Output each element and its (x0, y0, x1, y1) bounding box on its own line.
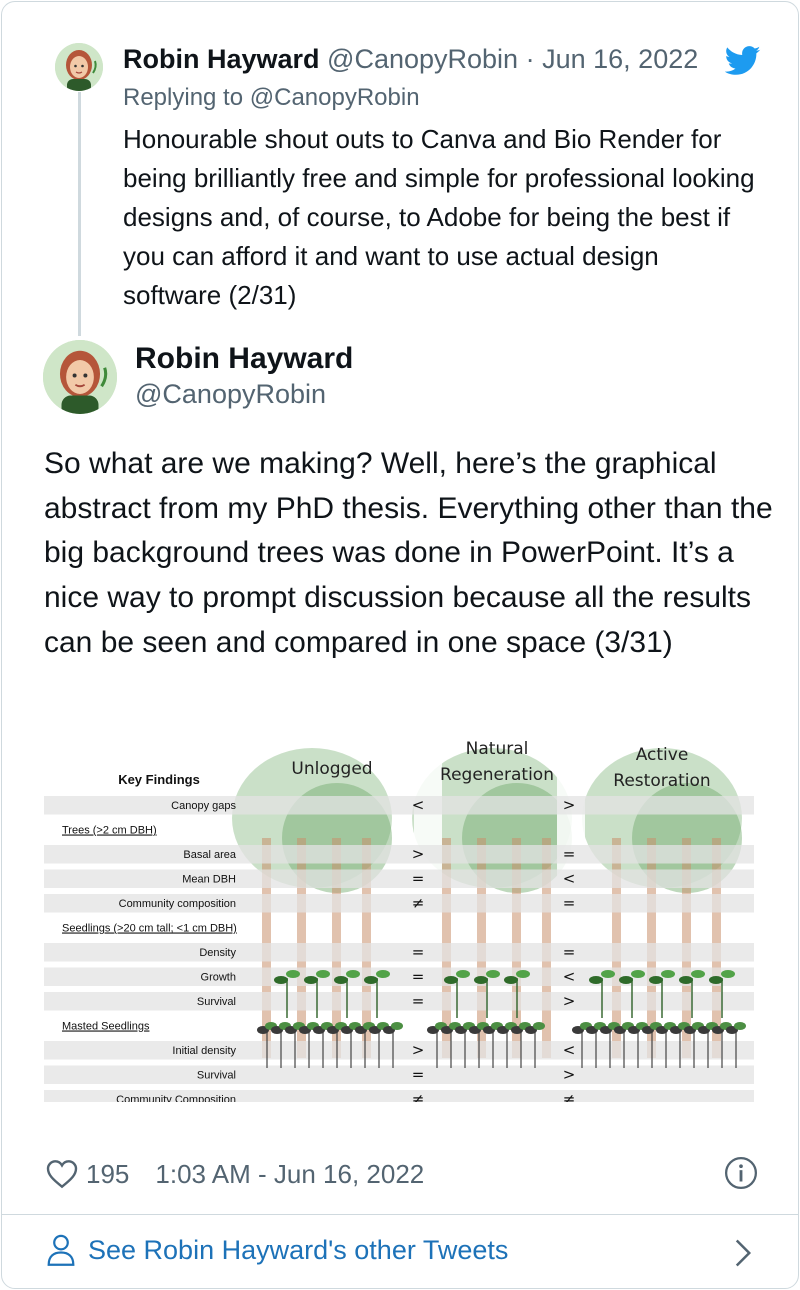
seedling-leaf (444, 976, 458, 984)
finding-row-band (44, 796, 754, 815)
replying-mention[interactable]: @CanopyRobin (250, 84, 420, 111)
info-icon[interactable] (724, 1156, 758, 1190)
seedling-leaf (533, 1022, 545, 1030)
comparison-symbol: ≠ (412, 894, 425, 912)
finding-row-band (44, 869, 754, 888)
avatar[interactable] (55, 43, 103, 91)
finding-label: Initial density (172, 1045, 236, 1057)
comparison-symbol: < (563, 968, 576, 986)
comparison-symbol: ≠ (412, 1090, 425, 1102)
replying-prefix: Replying to (123, 84, 244, 111)
finding-row-band (44, 967, 754, 986)
chevron-right-icon[interactable] (732, 1238, 754, 1268)
seedling-leaf (589, 976, 603, 984)
comparison-symbol: > (412, 1041, 425, 1059)
seedling-leaf (474, 976, 488, 984)
comparison-symbol: < (563, 1041, 576, 1059)
finding-label: Community Composition (116, 1094, 236, 1102)
comparison-symbol: = (412, 992, 425, 1010)
seedling-leaf (661, 970, 675, 978)
seedling-leaf (274, 976, 288, 984)
comparison-symbol: = (563, 943, 576, 961)
main-tweet-text: So what are we making? Well, here’s the … (44, 447, 773, 659)
seedling-leaf (346, 970, 360, 978)
seedling-leaf (304, 976, 318, 984)
tweet-timestamp[interactable]: 1:03 AM - Jun 16, 2022 (155, 1159, 424, 1190)
section-label: Trees (>2 cm DBH) (62, 825, 157, 837)
seedling-leaf (391, 1022, 403, 1030)
tweet-date[interactable]: Jun 16, 2022 (542, 44, 698, 74)
replying-to: Replying to @CanopyRobin (123, 84, 420, 112)
seedling-leaf (734, 1022, 746, 1030)
seedling-leaf (679, 976, 693, 984)
heart-icon[interactable] (46, 1159, 78, 1189)
person-icon (47, 1234, 75, 1266)
comparison-symbol: = (563, 894, 576, 912)
avatar[interactable] (43, 340, 117, 414)
author-name[interactable]: Robin Hayward (123, 44, 320, 74)
comparison-symbol: = (412, 1066, 425, 1084)
finding-label: Survival (197, 996, 236, 1008)
comparison-symbol: ≠ (563, 1090, 576, 1102)
comparison-symbol: = (412, 968, 425, 986)
column-header: Unlogged (291, 759, 372, 779)
seedling-leaf (456, 970, 470, 978)
seedling-leaf (316, 970, 330, 978)
seedling-leaf (709, 976, 723, 984)
reply-tweet-header: Robin Hayward @CanopyRobin · Jun 16, 202… (123, 44, 698, 75)
section-label: Masted Seedlings (62, 1021, 150, 1033)
meta-separator: · (525, 44, 535, 74)
finding-label: Canopy gaps (171, 800, 236, 812)
finding-label: Density (199, 947, 236, 959)
finding-label: Growth (201, 972, 236, 984)
seedling-leaf (631, 970, 645, 978)
seedling-leaf (486, 970, 500, 978)
author-name[interactable]: Robin Hayward (135, 342, 353, 376)
see-other-tweets-link[interactable]: See Robin Hayward's other Tweets (46, 1234, 508, 1266)
finding-row-band (44, 943, 754, 962)
divider (2, 1214, 798, 1215)
seedling-leaf (364, 976, 378, 984)
seedling-leaf (334, 976, 348, 984)
seedling-leaf (286, 970, 300, 978)
tweet-footer: 195 1:03 AM - Jun 16, 2022 (46, 1156, 424, 1192)
twitter-bird-icon[interactable] (725, 46, 761, 76)
author-handle[interactable]: @CanopyRobin (327, 44, 518, 74)
seedling-leaf (649, 976, 663, 984)
finding-row-band (44, 1041, 754, 1060)
seedling-leaf (504, 976, 518, 984)
like-count: 195 (86, 1158, 130, 1189)
seedling-leaf (721, 970, 735, 978)
comparison-symbol: > (563, 992, 576, 1010)
comparison-symbol: > (412, 845, 425, 863)
tweet-card: Robin Hayward @CanopyRobin · Jun 16, 202… (1, 1, 799, 1289)
section-label: Seedlings (>20 cm tall; <1 cm DBH) (62, 923, 237, 935)
seedling-leaf (516, 970, 530, 978)
comparison-symbol: < (412, 796, 425, 814)
author-handle[interactable]: @CanopyRobin (135, 379, 326, 410)
thread-connector-line (78, 92, 81, 336)
graphical-abstract-image[interactable]: Unlogged Natural Regeneration Active Restora… (42, 728, 762, 1102)
finding-row-band (44, 992, 754, 1011)
finding-row-band (44, 845, 754, 864)
finding-label: Community composition (119, 898, 236, 910)
finding-label: Survival (197, 1070, 236, 1082)
seedling-leaf (691, 970, 705, 978)
finding-row-band (44, 1065, 754, 1084)
seedling-leaf (601, 970, 615, 978)
see-other-tweets-label[interactable]: See Robin Hayward's other Tweets (88, 1235, 508, 1266)
comparison-symbol: > (563, 796, 576, 814)
finding-label: Basal area (183, 849, 236, 861)
comparison-symbol: < (563, 870, 576, 888)
key-findings-header: Key Findings (118, 772, 200, 787)
finding-label: Mean DBH (182, 874, 236, 886)
comparison-symbol: > (563, 1066, 576, 1084)
reply-tweet-text: Honourable shout outs to Canva and Bio R… (123, 124, 755, 310)
comparison-symbol: = (412, 870, 425, 888)
seedling-leaf (376, 970, 390, 978)
comparison-symbol: = (563, 845, 576, 863)
seedling-leaf (619, 976, 633, 984)
comparison-symbol: = (412, 943, 425, 961)
